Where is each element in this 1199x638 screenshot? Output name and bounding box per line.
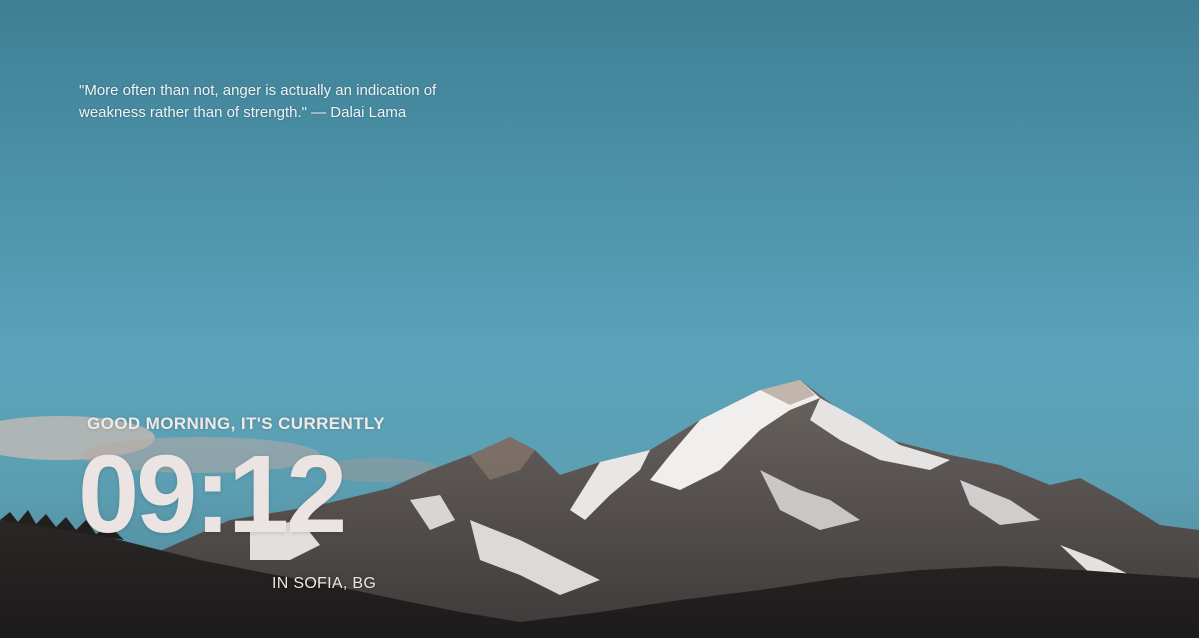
clock-time: 09:12 [78,433,347,556]
location-text: IN SOFIA, BG [272,575,377,592]
quote-author: — Dalai Lama [311,104,407,121]
quote-block: "More often than not, anger is actually … [79,80,499,124]
desktop-screen: "More often than not, anger is actually … [0,0,1199,638]
